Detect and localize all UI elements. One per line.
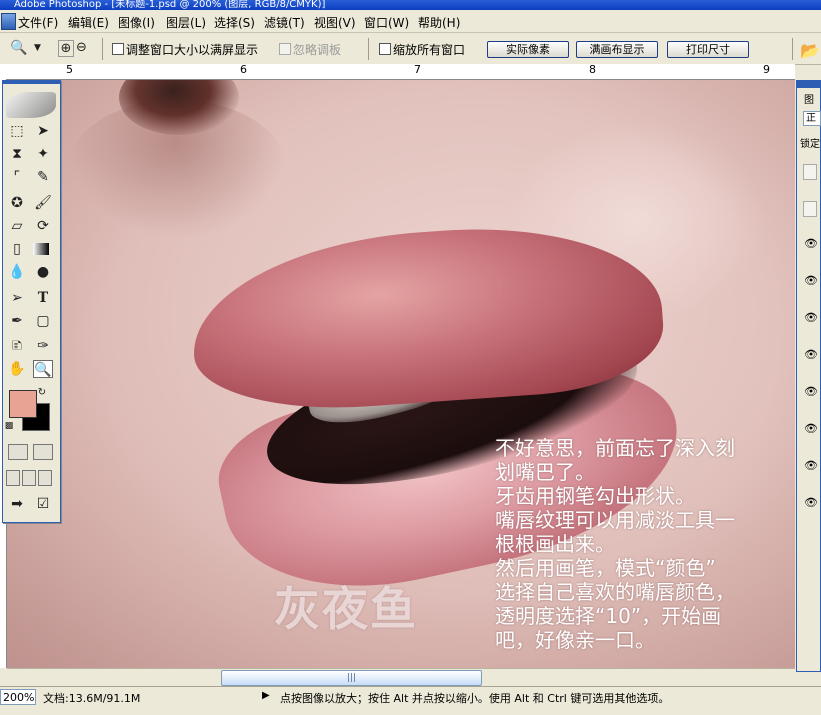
zoom-in-icon[interactable]: ⊕: [58, 40, 74, 57]
watermark: 灰夜鱼: [274, 582, 418, 636]
eye-icon[interactable]: 👁: [804, 497, 818, 509]
layer-visibility-toggle[interactable]: [803, 201, 817, 217]
zoom-all-checkbox[interactable]: [379, 43, 391, 55]
palette-well-icon[interactable]: 📂: [800, 41, 820, 60]
healing-brush-icon[interactable]: ✪: [7, 194, 27, 212]
menu-window[interactable]: 窗口(W): [364, 14, 409, 31]
document-size[interactable]: 文档:13.6M/91.1M: [43, 690, 140, 706]
menu-image[interactable]: 图像(I): [118, 14, 155, 31]
swap-colors-icon[interactable]: ↻: [36, 384, 48, 402]
crop-icon[interactable]: ⌜: [7, 168, 27, 186]
hand-icon[interactable]: ✋: [7, 360, 27, 378]
print-size-button[interactable]: 打印尺寸: [667, 41, 749, 58]
ignore-palettes-label: 忽略调板: [293, 43, 342, 57]
ruler-mark: 7: [414, 63, 421, 76]
menu-filter[interactable]: 滤镜(T): [264, 14, 305, 31]
ruler-mark: 6: [240, 63, 247, 76]
zoom-out-icon[interactable]: ⊖: [76, 40, 87, 55]
edit-in-imageready-icon[interactable]: ☑: [33, 495, 53, 513]
gradient-icon[interactable]: [33, 243, 49, 255]
eye-icon[interactable]: 👁: [804, 423, 818, 435]
separator: [368, 38, 369, 60]
screen-mode-full-button[interactable]: [38, 470, 52, 486]
eye-icon[interactable]: 👁: [804, 349, 818, 361]
scrollbar-thumb[interactable]: |||: [221, 670, 482, 686]
lasso-icon[interactable]: ⧗: [7, 145, 27, 163]
layer-visibility-toggle[interactable]: [803, 164, 817, 180]
zoom-tool-preset-icon[interactable]: 🔍: [10, 40, 27, 56]
pen-icon[interactable]: ✒: [7, 312, 27, 330]
resize-windows-label: 调整窗口大小以满屏显示: [126, 43, 259, 57]
menu-help[interactable]: 帮助(H): [418, 14, 460, 31]
zoom-all-label: 缩放所有窗口: [393, 43, 466, 57]
notes-icon[interactable]: 🗈: [7, 337, 27, 355]
shape-icon[interactable]: ▢: [33, 312, 53, 330]
actual-pixels-button[interactable]: 实际像素: [487, 41, 569, 58]
eye-icon[interactable]: 👁: [804, 386, 818, 398]
blur-icon[interactable]: 💧: [7, 263, 27, 281]
horizontal-ruler: 5 6 7 8 9: [0, 64, 795, 80]
ruler-mark: 9: [763, 63, 770, 76]
blend-mode-select[interactable]: 正: [803, 111, 821, 126]
eye-icon[interactable]: 👁: [804, 460, 818, 472]
foreground-color-swatch[interactable]: [9, 390, 37, 418]
default-colors-icon[interactable]: ▩: [4, 417, 14, 435]
adobe-feather-icon: [6, 92, 56, 118]
menu-layer[interactable]: 图层(L): [166, 14, 206, 31]
separator: [102, 38, 103, 60]
ruler-mark: 5: [66, 63, 73, 76]
tutorial-text: 不好意思，前面忘了深入刻 划嘴巴了。 牙齿用钢笔勾出形状。 嘴唇纹理可以用减淡工…: [495, 436, 735, 652]
zoom-level-field[interactable]: 200%: [0, 689, 36, 705]
brush-icon[interactable]: 🖌: [33, 194, 53, 212]
move-icon[interactable]: ➤: [33, 122, 53, 140]
standard-mode-button[interactable]: [8, 444, 28, 460]
eyedropper-icon[interactable]: ✑: [33, 337, 53, 355]
jump-to-imageready-icon[interactable]: ➡: [7, 495, 27, 513]
zoom-icon[interactable]: 🔍: [33, 360, 53, 378]
separator: [792, 38, 793, 60]
fit-on-screen-button[interactable]: 满画布显示: [576, 41, 658, 58]
status-menu-arrow-icon[interactable]: ▶: [262, 690, 270, 701]
window-title: Adobe Photoshop - [未标题-1.psd @ 200% (图层,…: [0, 0, 821, 10]
path-selection-icon[interactable]: ➢: [7, 289, 27, 307]
ruler-mark: 8: [589, 63, 596, 76]
screen-mode-standard-button[interactable]: [6, 470, 20, 486]
eye-icon[interactable]: 👁: [804, 312, 818, 324]
dodge-icon[interactable]: ●: [33, 263, 53, 281]
menu-view[interactable]: 视图(V): [314, 14, 356, 31]
menu-edit[interactable]: 编辑(E): [68, 14, 109, 31]
eye-icon[interactable]: 👁: [804, 275, 818, 287]
status-hint: 点按图像以放大；按住 Alt 并点按以缩小。使用 Alt 和 Ctrl 键可选用…: [280, 692, 670, 705]
screen-mode-full-menu-button[interactable]: [22, 470, 36, 486]
slice-icon[interactable]: ✎: [33, 168, 53, 186]
menu-file[interactable]: 文件(F): [18, 14, 58, 31]
layers-tab[interactable]: 图: [804, 91, 814, 106]
photoshop-logo-icon: [1, 13, 16, 30]
menu-select[interactable]: 选择(S): [214, 14, 255, 31]
marquee-icon[interactable]: ⬚: [7, 122, 27, 140]
magic-wand-icon[interactable]: ✦: [33, 145, 53, 163]
clone-stamp-icon[interactable]: ▱: [7, 217, 27, 235]
eye-icon[interactable]: 👁: [804, 238, 818, 250]
type-icon[interactable]: T: [33, 289, 53, 307]
eraser-icon[interactable]: ▯: [7, 240, 27, 258]
lock-label: 锁定: [800, 139, 820, 150]
chevron-down-icon[interactable]: ▼: [34, 43, 41, 53]
quick-mask-mode-button[interactable]: [33, 444, 53, 460]
ignore-palettes-checkbox[interactable]: [279, 43, 291, 55]
history-brush-icon[interactable]: ⟳: [33, 217, 53, 235]
resize-windows-checkbox[interactable]: [112, 43, 124, 55]
